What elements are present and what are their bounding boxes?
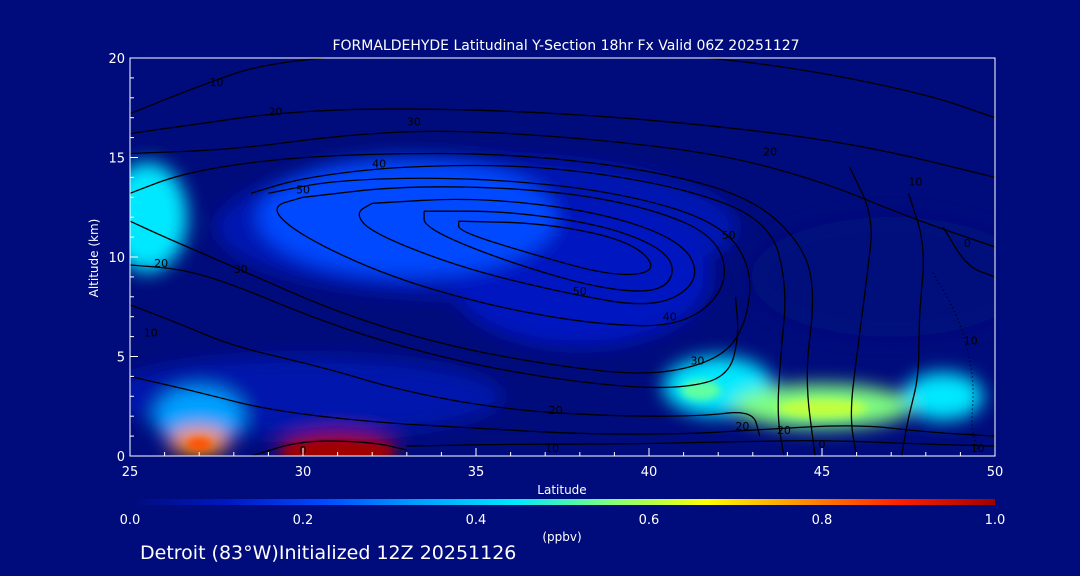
chart-title: FORMALDEHYDE Latitudinal Y-Section 18hr … <box>332 38 799 54</box>
colorbar-tick-label: 0.0 <box>120 513 141 528</box>
contour-label: 10 <box>964 335 978 348</box>
contour-label: 20 <box>777 424 791 437</box>
contour-label: 0 <box>964 237 971 250</box>
contour-label: 10 <box>908 175 922 188</box>
field-blob <box>256 157 557 278</box>
y-tick-label: 20 <box>108 52 125 67</box>
colorbar-tick-label: 0.8 <box>812 513 833 528</box>
colorbar-label: (ppbv) <box>542 530 581 544</box>
contour-label: 10 <box>144 327 158 340</box>
colorbar: 0.0 0.2 0.4 0.6 0.8 1.0 (ppbv) <box>120 499 1006 544</box>
y-axis-label: Altitude (km) <box>87 219 101 298</box>
x-tick-label: 40 <box>641 465 658 480</box>
colorbar-tick-label: 0.6 <box>639 513 660 528</box>
contour-label: 10 <box>971 442 985 455</box>
contour-label: 50 <box>573 285 587 298</box>
contour-label: 40 <box>663 311 677 324</box>
x-axis-label: Latitude <box>537 483 586 497</box>
contour-label: 10 <box>210 76 224 89</box>
x-tick-label: 35 <box>468 465 485 480</box>
contour-label: 50 <box>296 183 310 196</box>
contour-label: 30 <box>690 354 704 367</box>
contour-label: 50 <box>722 229 736 242</box>
field-blob <box>903 372 984 421</box>
y-tick-label: 15 <box>108 152 125 167</box>
chart-figure: FORMALDEHYDE Latitudinal Y-Section 18hr … <box>87 38 1006 544</box>
colorbar-ticks: 0.0 0.2 0.4 0.6 0.8 1.0 <box>120 513 1006 528</box>
y-tick-label: 5 <box>117 351 125 366</box>
x-tick-label: 50 <box>987 465 1004 480</box>
contour-label: 20 <box>735 420 749 433</box>
colorbar-ramp <box>130 499 995 505</box>
contour-label: 30 <box>407 116 421 129</box>
x-tick-label: 25 <box>122 465 139 480</box>
contour-label: 40 <box>372 157 386 170</box>
y-tick-label: 0 <box>117 450 125 465</box>
contour-label: 20 <box>549 404 563 417</box>
contour-label: 30 <box>234 263 248 276</box>
footer-caption: Detroit (83°W)Initialized 12Z 20251126 <box>140 542 517 564</box>
x-tick-label: 30 <box>295 465 312 480</box>
plot-area: 10203040505050403020 3010201020 200 1020100… <box>129 57 996 457</box>
x-tick-label: 45 <box>814 465 831 480</box>
y-tick-label: 10 <box>108 251 125 266</box>
contour-label: 10 <box>545 442 559 455</box>
colorbar-tick-label: 0.2 <box>293 513 314 528</box>
contour-label: 20 <box>268 106 282 119</box>
colorbar-tick-label: 1.0 <box>985 513 1006 528</box>
contour-label: 20 <box>154 257 168 270</box>
contour-label: 20 <box>763 146 777 159</box>
colorbar-tick-label: 0.4 <box>466 513 487 528</box>
